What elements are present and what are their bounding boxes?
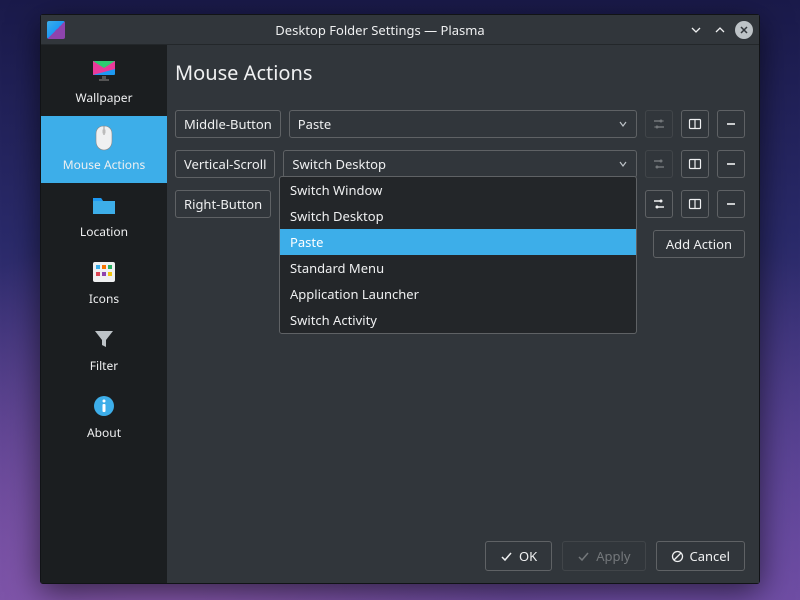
cancel-button[interactable]: Cancel: [656, 541, 745, 571]
titlebar-buttons: [687, 21, 753, 39]
chevron-down-icon: [618, 159, 628, 169]
chevron-down-icon: [618, 119, 628, 129]
apply-label: Apply: [596, 547, 630, 565]
titlebar[interactable]: Desktop Folder Settings — Plasma: [41, 15, 759, 45]
action-combobox[interactable]: Paste: [289, 110, 637, 138]
sidebar-item-wallpaper[interactable]: Wallpaper: [41, 49, 167, 116]
remove-button[interactable]: [717, 150, 745, 178]
about-action-button[interactable]: [681, 150, 709, 178]
configure-button[interactable]: [645, 190, 673, 218]
folder-icon: [90, 193, 118, 217]
dropdown-option[interactable]: Switch Window: [280, 177, 636, 203]
ok-button[interactable]: OK: [485, 541, 552, 571]
minimize-button[interactable]: [687, 21, 705, 39]
add-action-label: Add Action: [666, 235, 732, 253]
check-icon: [577, 550, 590, 563]
trigger-label: Middle-Button: [184, 115, 272, 133]
sidebar-item-label: About: [87, 424, 121, 441]
icons-grid-icon: [90, 260, 118, 284]
window-body: Wallpaper Mouse Actions Location Icons: [41, 45, 759, 583]
about-action-button[interactable]: [681, 190, 709, 218]
close-button[interactable]: [735, 21, 753, 39]
monitor-icon: [90, 59, 118, 83]
sidebar-item-label: Mouse Actions: [63, 156, 145, 173]
dropdown-option[interactable]: Switch Desktop: [280, 203, 636, 229]
about-action-button[interactable]: [681, 110, 709, 138]
sidebar-item-label: Icons: [89, 290, 119, 307]
dropdown-option[interactable]: Paste: [280, 229, 636, 255]
ok-label: OK: [519, 547, 537, 565]
dialog-footer: OK Apply Cancel: [175, 531, 745, 573]
remove-button[interactable]: [717, 110, 745, 138]
sidebar-item-label: Location: [80, 223, 128, 240]
combobox-value: Switch Desktop: [292, 155, 618, 173]
dropdown-option[interactable]: Switch Activity: [280, 307, 636, 333]
content-pane: Mouse Actions Middle-Button Paste Vertic…: [167, 45, 759, 583]
sidebar-item-mouse-actions[interactable]: Mouse Actions: [41, 116, 167, 183]
check-icon: [500, 550, 513, 563]
sidebar-item-about[interactable]: About: [41, 384, 167, 451]
dropdown-option[interactable]: Standard Menu: [280, 255, 636, 281]
remove-button[interactable]: [717, 190, 745, 218]
combobox-value: Paste: [298, 115, 618, 133]
dropdown-option[interactable]: Application Launcher: [280, 281, 636, 307]
action-dropdown: Switch Window Switch Desktop Paste Stand…: [279, 176, 637, 334]
sidebar-item-icons[interactable]: Icons: [41, 250, 167, 317]
funnel-icon: [90, 327, 118, 351]
apply-button: Apply: [562, 541, 645, 571]
action-row: Vertical-Scroll Switch Desktop: [175, 150, 745, 178]
app-icon: [47, 21, 65, 39]
sidebar-item-location[interactable]: Location: [41, 183, 167, 250]
trigger-button[interactable]: Vertical-Scroll: [175, 150, 275, 178]
sidebar-item-filter[interactable]: Filter: [41, 317, 167, 384]
action-row: Middle-Button Paste: [175, 110, 745, 138]
trigger-label: Right-Button: [184, 195, 262, 213]
configure-button: [645, 150, 673, 178]
trigger-button[interactable]: Right-Button: [175, 190, 271, 218]
info-icon: [90, 394, 118, 418]
sidebar-item-label: Wallpaper: [75, 89, 132, 106]
add-action-button[interactable]: Add Action: [653, 230, 745, 258]
action-combobox[interactable]: Switch Desktop: [283, 150, 637, 178]
cancel-label: Cancel: [690, 547, 730, 565]
sidebar-item-label: Filter: [90, 357, 118, 374]
mouse-icon: [90, 126, 118, 150]
window-title: Desktop Folder Settings — Plasma: [73, 21, 687, 39]
trigger-label: Vertical-Scroll: [184, 155, 266, 173]
sidebar: Wallpaper Mouse Actions Location Icons: [41, 45, 167, 583]
page-title: Mouse Actions: [175, 59, 745, 86]
cancel-icon: [671, 550, 684, 563]
settings-window: Desktop Folder Settings — Plasma Wallpap…: [40, 14, 760, 584]
trigger-button[interactable]: Middle-Button: [175, 110, 281, 138]
maximize-button[interactable]: [711, 21, 729, 39]
configure-button: [645, 110, 673, 138]
